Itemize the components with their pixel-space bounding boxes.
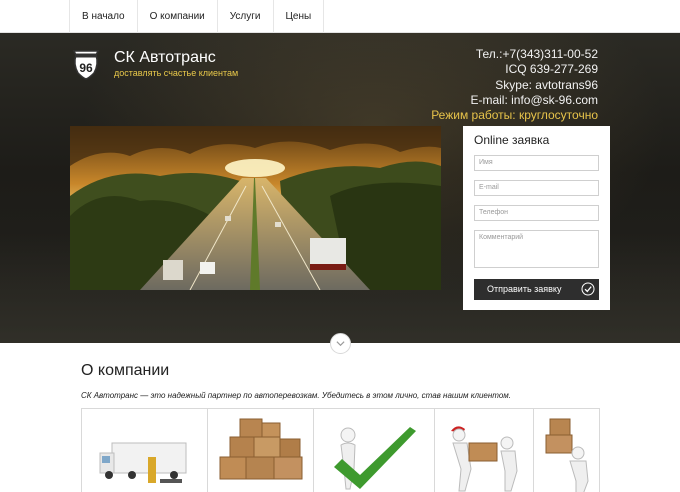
person-carrying-boxes-icon (545, 418, 589, 492)
hero-section: 96 СК Автотранс доставлять счастье клиен… (0, 33, 680, 343)
nav-item-home[interactable]: В начало (70, 0, 138, 33)
brand-tagline: доставлять счастье клиентам (114, 68, 239, 78)
service-tile-carry[interactable] (534, 409, 599, 492)
person-checkmark-icon (334, 427, 417, 490)
route-96-logo-icon[interactable]: 96 (70, 48, 102, 80)
contact-skype: Skype: avtotrans96 (495, 77, 598, 92)
nav-item-prices[interactable]: Цены (274, 0, 325, 33)
phone-input[interactable]: Телефон (474, 205, 599, 221)
service-tile-boxes[interactable] (208, 409, 315, 492)
about-title: О компании (81, 362, 170, 379)
brand-name[interactable]: СК Автотранс (114, 49, 216, 67)
highway-photo (70, 126, 441, 290)
working-hours: Режим работы: круглосуточно (431, 108, 598, 123)
service-tile-truck[interactable] (82, 409, 208, 492)
logo-number: 96 (79, 61, 93, 75)
nav-item-services[interactable]: Услуги (218, 0, 274, 33)
name-input[interactable]: Имя (474, 155, 599, 171)
contact-email[interactable]: E-mail: info@sk-96.com (431, 93, 598, 108)
contact-icq: ICQ 639-277-269 (505, 62, 598, 77)
courier-with-box-icon (450, 426, 518, 492)
services-gallery (81, 408, 600, 492)
cardboard-boxes-icon (219, 418, 303, 480)
service-tile-delivery[interactable] (435, 409, 535, 492)
chevron-down-icon[interactable] (330, 333, 351, 354)
contact-phone: Тел.:+7(343)311-00-52 (475, 47, 598, 61)
email-input[interactable]: E-mail (474, 180, 599, 196)
submit-label: Отправить заявку (487, 284, 562, 294)
nav-item-about[interactable]: О компании (138, 0, 218, 33)
truck-loading-icon (99, 442, 187, 483)
form-title: Online заявка (474, 133, 550, 147)
submit-request-button[interactable]: Отправить заявку (474, 279, 599, 300)
about-description: СК Автотранс — это надежный партнер по а… (81, 391, 512, 400)
check-circle-icon (581, 282, 595, 296)
top-navigation: В начало О компании Услуги Цены (0, 0, 680, 33)
contact-info: Тел.:+7(343)311-00-52 ICQ 639-277-269 Sk… (431, 47, 598, 123)
service-tile-quality[interactable] (314, 409, 435, 492)
online-request-form: Online заявка Имя E-mail Телефон Коммент… (463, 126, 610, 310)
comment-textarea[interactable]: Комментарий (474, 230, 599, 268)
main-menu: В начало О компании Услуги Цены (69, 0, 325, 33)
